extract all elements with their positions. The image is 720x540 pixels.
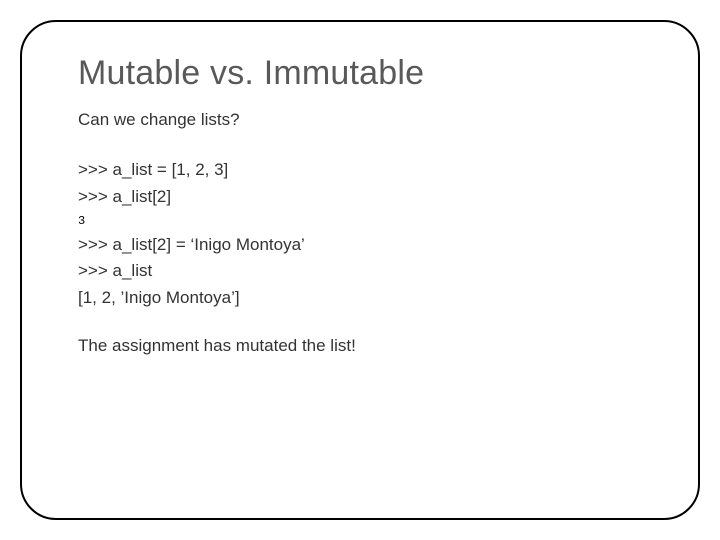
code-line: >>> a_list — [78, 258, 650, 284]
slide-frame: Mutable vs. Immutable Can we change list… — [20, 20, 700, 520]
code-line: >>> a_list = [1, 2, 3] — [78, 157, 650, 183]
code-output: 3 — [78, 214, 650, 228]
slide-subtitle: Can we change lists? — [78, 107, 650, 133]
code-line: >>> a_list[2] — [78, 184, 650, 210]
code-block-1: >>> a_list = [1, 2, 3] >>> a_list[2] — [78, 157, 650, 210]
slide-title: Mutable vs. Immutable — [78, 54, 650, 93]
code-line: >>> a_list[2] = ‘Inigo Montoya’ — [78, 232, 650, 258]
conclusion-text: The assignment has mutated the list! — [78, 333, 650, 359]
code-block-2: >>> a_list[2] = ‘Inigo Montoya’ >>> a_li… — [78, 232, 650, 311]
code-output-line: [1, 2, ’Inigo Montoya’] — [78, 285, 650, 311]
